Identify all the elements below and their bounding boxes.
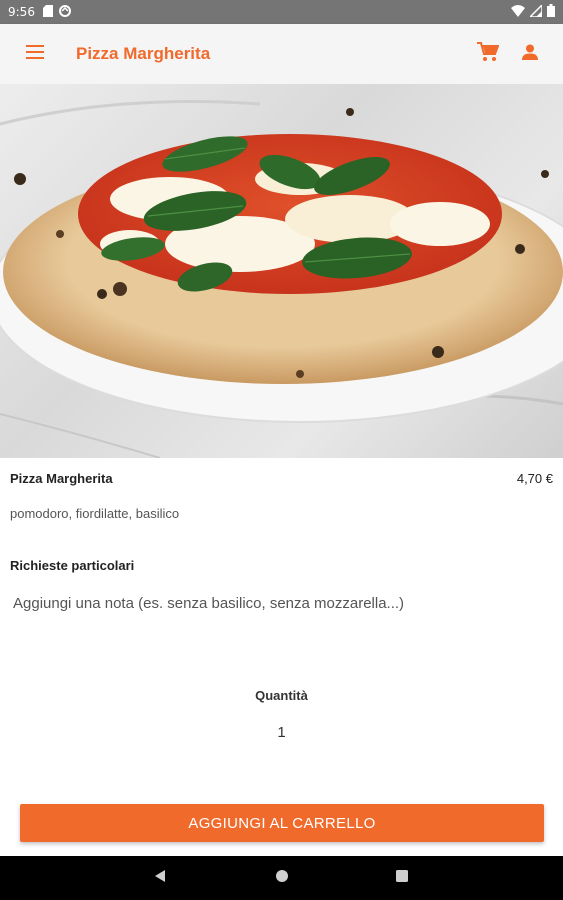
cart-icon: [477, 41, 500, 67]
add-to-cart-button[interactable]: AGGIUNGI AL CARRELLO: [20, 804, 544, 842]
product-description: pomodoro, fiordilatte, basilico: [10, 506, 180, 521]
wifi-icon: [511, 4, 525, 20]
menu-button[interactable]: [22, 42, 48, 66]
account-button[interactable]: [517, 41, 543, 67]
app-bar: Pizza Margherita: [0, 24, 563, 84]
back-button[interactable]: [150, 868, 170, 888]
special-requests-label: Richieste particolari: [10, 558, 135, 573]
status-bar: 9:56: [0, 0, 563, 24]
quantity-label: Quantità: [255, 688, 308, 703]
recents-icon: [395, 869, 409, 888]
back-icon: [153, 869, 167, 888]
note-input[interactable]: [10, 586, 556, 620]
sd-card-icon: [42, 4, 53, 20]
home-icon: [275, 869, 289, 888]
product-name: Pizza Margherita: [10, 471, 113, 486]
status-right-icons: [511, 0, 555, 24]
data-saver-icon: [58, 4, 71, 20]
signal-icon: [528, 2, 543, 20]
quantity-value[interactable]: 1: [0, 724, 563, 741]
navigation-bar: [0, 856, 563, 900]
menu-icon: [26, 44, 44, 64]
battery-icon: [547, 4, 555, 20]
status-time: 9:56: [8, 5, 35, 19]
status-left-icons: [42, 4, 71, 20]
account-icon: [522, 44, 538, 65]
page-title: Pizza Margherita: [76, 44, 211, 63]
product-image: [0, 84, 563, 458]
home-button[interactable]: [272, 868, 292, 888]
product-price: 4,70 €: [516, 471, 553, 486]
pizza-image: [0, 100, 563, 458]
recents-button[interactable]: [392, 868, 412, 888]
cart-button[interactable]: [475, 41, 501, 67]
